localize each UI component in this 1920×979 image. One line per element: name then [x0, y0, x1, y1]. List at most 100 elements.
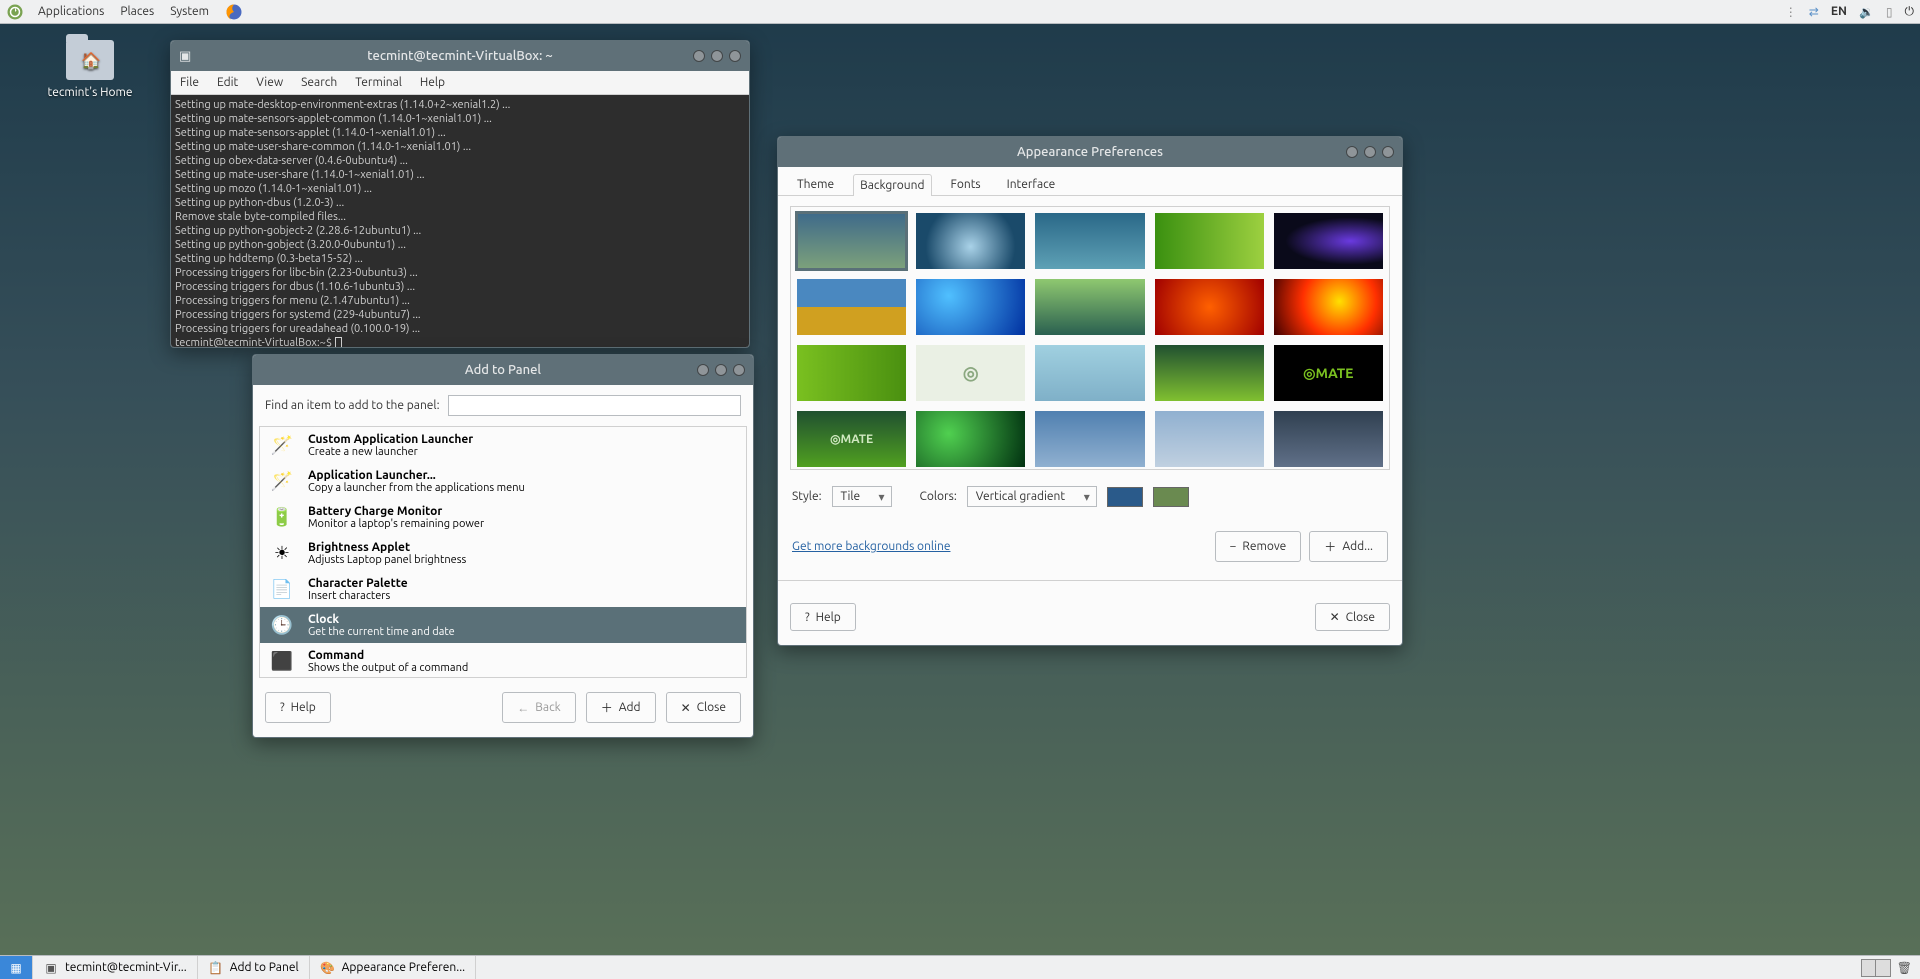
minimize-button[interactable] [1346, 146, 1358, 158]
plus-icon: ＋ [601, 699, 613, 716]
applet-icon: ☀ [268, 539, 296, 567]
wallpaper-thumb[interactable] [916, 213, 1025, 269]
wallpaper-thumb[interactable] [1155, 345, 1264, 401]
tab-background[interactable]: Background [853, 174, 931, 196]
trash-icon[interactable]: 🗑 [1897, 961, 1912, 975]
color2-swatch[interactable] [1153, 487, 1189, 507]
wallpaper-thumb[interactable] [1155, 411, 1264, 467]
term-menu-terminal[interactable]: Terminal [346, 76, 411, 89]
wallpaper-thumb[interactable] [1155, 213, 1264, 269]
wallpaper-thumb[interactable] [1274, 279, 1383, 335]
taskbar-item-terminal[interactable]: ▣tecmint@tecmint-Vir... [33, 956, 198, 979]
color1-swatch[interactable] [1107, 487, 1143, 507]
atp-list-item[interactable]: 🪄Custom Application LauncherCreate a new… [260, 427, 746, 463]
help-button[interactable]: ?Help [265, 692, 331, 723]
taskbar-item-appearance[interactable]: 🎨Appearance Preferen... [310, 956, 477, 979]
wallpaper-thumb[interactable] [1035, 345, 1144, 401]
term-menu-search[interactable]: Search [292, 76, 346, 89]
add-button[interactable]: ＋Add [586, 692, 656, 723]
terminal-window-icon: ▣ [179, 49, 191, 64]
wallpaper-thumb[interactable]: ◎MATE [797, 411, 906, 467]
atp-list-item[interactable]: 🕒ClockGet the current time and date [260, 607, 746, 643]
atp-list-item[interactable]: 🪄Application Launcher...Copy a launcher … [260, 463, 746, 499]
atp-list-item[interactable]: ⬛CommandShows the output of a command [260, 643, 746, 678]
applet-title: Character Palette [308, 577, 408, 590]
battery-icon[interactable]: ▯ [1880, 0, 1899, 23]
tab-theme[interactable]: Theme [790, 173, 841, 195]
appearance-window: Appearance Preferences Theme Background … [777, 136, 1403, 646]
wallpaper-grid[interactable]: ◎ ◎MATE ◎MATE [790, 206, 1390, 470]
help-button[interactable]: ?Help [790, 603, 856, 631]
maximize-button[interactable] [715, 364, 727, 376]
appearance-icon: 🎨 [320, 961, 336, 975]
add-wallpaper-button[interactable]: ＋Add... [1309, 531, 1388, 562]
power-icon[interactable]: ⏻ [1899, 0, 1920, 23]
atp-title: Add to Panel [465, 363, 541, 377]
gradient-select[interactable]: Vertical gradient [967, 486, 1097, 507]
style-select[interactable]: Tile [832, 486, 892, 507]
wallpaper-thumb[interactable] [1274, 213, 1383, 269]
mate-logo-icon[interactable] [4, 1, 26, 23]
taskbar-item-add-to-panel[interactable]: 📋Add to Panel [198, 956, 310, 979]
menu-system[interactable]: System [162, 0, 217, 23]
wallpaper-thumb[interactable] [916, 279, 1025, 335]
network-icon[interactable]: ⇄ [1803, 0, 1825, 23]
terminal-title: tecmint@tecmint-VirtualBox: ~ [367, 49, 552, 63]
keyboard-layout-indicator[interactable]: EN [1825, 0, 1853, 23]
get-more-backgrounds-link[interactable]: Get more backgrounds online [792, 540, 950, 553]
applet-icon: ⬛ [268, 647, 296, 675]
volume-icon[interactable]: 🔉 [1853, 0, 1880, 23]
tab-interface[interactable]: Interface [1000, 173, 1063, 195]
appearance-titlebar[interactable]: Appearance Preferences [778, 137, 1402, 167]
wallpaper-thumb[interactable]: ◎ [916, 345, 1025, 401]
maximize-button[interactable] [711, 50, 723, 62]
bottom-panel: ▦ ▣tecmint@tecmint-Vir... 📋Add to Panel … [0, 955, 1920, 979]
menu-places[interactable]: Places [112, 0, 162, 23]
panel-icon: 📋 [208, 961, 224, 975]
minimize-button[interactable] [693, 50, 705, 62]
firefox-launcher-icon[interactable] [217, 0, 251, 23]
maximize-button[interactable] [1364, 146, 1376, 158]
wallpaper-thumb[interactable] [797, 345, 906, 401]
terminal-titlebar[interactable]: ▣ tecmint@tecmint-VirtualBox: ~ [171, 41, 749, 71]
atp-find-label: Find an item to add to the panel: [265, 399, 440, 412]
minimize-button[interactable] [697, 364, 709, 376]
back-button[interactable]: ←Back [502, 692, 575, 723]
close-button[interactable] [1382, 146, 1394, 158]
atp-list-item[interactable]: 🔋Battery Charge MonitorMonitor a laptop'… [260, 499, 746, 535]
atp-list-item[interactable]: ☀Brightness AppletAdjusts Laptop panel b… [260, 535, 746, 571]
remove-button[interactable]: −Remove [1215, 531, 1302, 562]
menu-applications[interactable]: Applications [30, 0, 112, 23]
top-panel: Applications Places System ⋮ ⇄ EN 🔉 ▯ ⏻ [0, 0, 1920, 24]
close-button[interactable]: ✕Close [1315, 603, 1390, 631]
wallpaper-thumb[interactable] [1274, 411, 1383, 467]
close-button[interactable]: ✕Close [666, 692, 741, 723]
term-menu-view[interactable]: View [247, 76, 292, 89]
close-button[interactable] [729, 50, 741, 62]
term-menu-edit[interactable]: Edit [208, 76, 247, 89]
wallpaper-thumb[interactable]: ◎MATE [1274, 345, 1383, 401]
wallpaper-thumb[interactable] [797, 279, 906, 335]
show-desktop-button[interactable]: ▦ [0, 956, 33, 979]
desktop-home-icon[interactable]: 🏠 tecmint's Home [40, 40, 140, 99]
atp-applet-list[interactable]: 🪄Custom Application LauncherCreate a new… [259, 426, 747, 678]
terminal-output[interactable]: Setting up mate-desktop-environment-extr… [171, 95, 749, 347]
term-menu-help[interactable]: Help [411, 76, 454, 89]
wallpaper-thumb[interactable] [797, 213, 906, 269]
wallpaper-thumb[interactable] [1035, 213, 1144, 269]
tab-fonts[interactable]: Fonts [944, 173, 988, 195]
desktop-home-label: tecmint's Home [48, 86, 133, 99]
atp-titlebar[interactable]: Add to Panel [253, 355, 753, 385]
appearance-title: Appearance Preferences [1017, 145, 1163, 159]
wallpaper-thumb[interactable] [1155, 279, 1264, 335]
applet-title: Custom Application Launcher [308, 433, 473, 446]
atp-search-input[interactable] [448, 395, 741, 416]
wallpaper-thumb[interactable] [916, 411, 1025, 467]
workspace-switcher[interactable] [1861, 959, 1891, 977]
wallpaper-thumb[interactable] [1035, 411, 1144, 467]
atp-list-item[interactable]: 📄Character PaletteInsert characters [260, 571, 746, 607]
wallpaper-thumb[interactable] [1035, 279, 1144, 335]
close-button[interactable] [733, 364, 745, 376]
applet-desc: Monitor a laptop's remaining power [308, 518, 484, 530]
term-menu-file[interactable]: File [171, 76, 208, 89]
